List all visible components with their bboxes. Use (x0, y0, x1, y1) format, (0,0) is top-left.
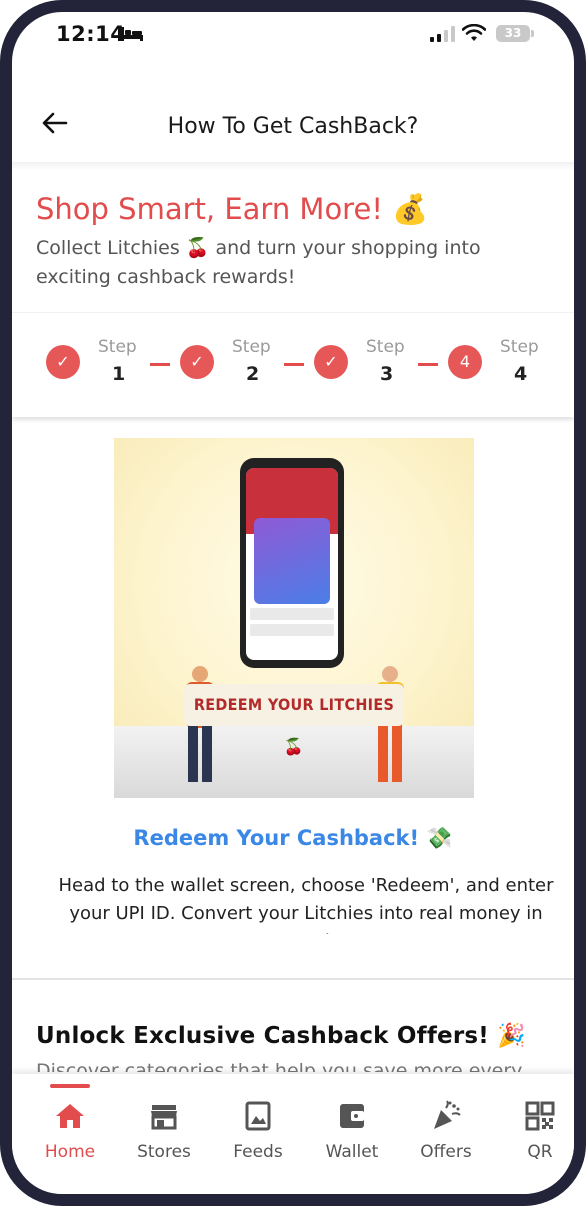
person-leg (202, 726, 212, 782)
nav-label-home: Home (44, 1142, 96, 1162)
bottom-nav: Home Stores Feeds Wallet Offers QR (12, 1074, 574, 1194)
nav-active-indicator (50, 1084, 90, 1088)
illustration-banner: REDEEM YOUR LITCHIES 🍒 (184, 684, 404, 756)
step-3-check-icon: ✓ (314, 345, 348, 379)
image-icon (245, 1101, 271, 1131)
intro-title: Shop Smart, Earn More! 💰 (36, 192, 429, 226)
nav-item-qr[interactable]: QR (492, 1074, 574, 1174)
home-icon (56, 1104, 84, 1128)
step-connector (418, 363, 438, 366)
cellular-signal-icon (430, 26, 455, 42)
nav-label-wallet: Wallet (325, 1142, 379, 1162)
nav-item-wallet[interactable]: Wallet (304, 1074, 400, 1174)
status-time: 12:14 (56, 22, 126, 46)
step-1-label: Step (98, 337, 137, 357)
nav-label-feeds: Feeds (233, 1142, 283, 1162)
header-shadow (12, 162, 574, 170)
illustration-list-row (250, 608, 334, 620)
volume-button (0, 160, 6, 204)
status-bar: 12:14 33 (12, 12, 574, 72)
step-4-current: 4 (448, 345, 482, 379)
person-leg (378, 720, 388, 782)
step-3-number: 3 (380, 363, 394, 385)
step-2-number: 2 (246, 363, 260, 385)
battery-level: 33 (504, 26, 522, 40)
party-popper-icon (434, 1100, 461, 1129)
nav-item-feeds[interactable]: Feeds (210, 1074, 306, 1174)
person-head (382, 666, 398, 682)
qr-code-icon (525, 1101, 555, 1131)
nav-label-offers: Offers (420, 1142, 472, 1162)
illustration-list (250, 608, 334, 648)
illustration-list-row (250, 624, 334, 636)
step-1-number: 1 (112, 363, 126, 385)
illustration-phone-screen (246, 468, 338, 660)
step-connector (150, 363, 170, 366)
volume-button (0, 250, 6, 326)
step-2-check-icon: ✓ (180, 345, 214, 379)
section-divider (12, 978, 574, 980)
power-button (580, 240, 586, 400)
step-progress: ✓ Step 1 ✓ Step 2 ✓ Step 3 4 Step 4 (12, 312, 574, 417)
offers-section-text: Discover categories that help you save m… (36, 1060, 523, 1072)
redeem-illustration: REDEEM YOUR LITCHIES 🍒 (114, 438, 474, 798)
step-2-label: Step (232, 337, 271, 357)
step-3-label: Step (366, 337, 405, 357)
store-icon (151, 1105, 177, 1130)
wifi-icon (462, 24, 486, 41)
nav-item-stores[interactable]: Stores (116, 1074, 212, 1174)
intro-text: Collect Litchies 🍒 and turn your shoppin… (36, 237, 481, 288)
device-frame: 12:14 33 How To Get CashBack? Shop Smart… (0, 0, 586, 1206)
wallet-icon (340, 1104, 364, 1128)
page-title: How To Get CashBack? (167, 114, 419, 139)
nav-label-qr: QR (527, 1142, 553, 1162)
app-header: How To Get CashBack? (12, 84, 574, 164)
step-4-number: 4 (514, 363, 528, 385)
step-4-label: Step (500, 337, 539, 357)
nav-item-offers[interactable]: Offers (398, 1074, 494, 1174)
battery-indicator: 33 (496, 25, 534, 42)
nav-label-stores: Stores (137, 1142, 191, 1162)
offers-section-title: Unlock Exclusive Cashback Offers! 🎉 (36, 1023, 526, 1049)
person-leg (392, 720, 402, 782)
person-head (192, 666, 208, 682)
person-leg (188, 726, 198, 782)
step-connector (284, 363, 304, 366)
redeem-title: Redeem Your Cashback! 💸 (133, 826, 453, 850)
illustration-phone (240, 458, 344, 668)
redeem-text: Head to the wallet screen, choose 'Redee… (58, 875, 554, 934)
step-1-check-icon: ✓ (46, 345, 80, 379)
sleep-bed-icon (121, 27, 143, 41)
illustration-thank-you-popup (254, 518, 330, 604)
nav-item-home[interactable]: Home (22, 1074, 118, 1174)
